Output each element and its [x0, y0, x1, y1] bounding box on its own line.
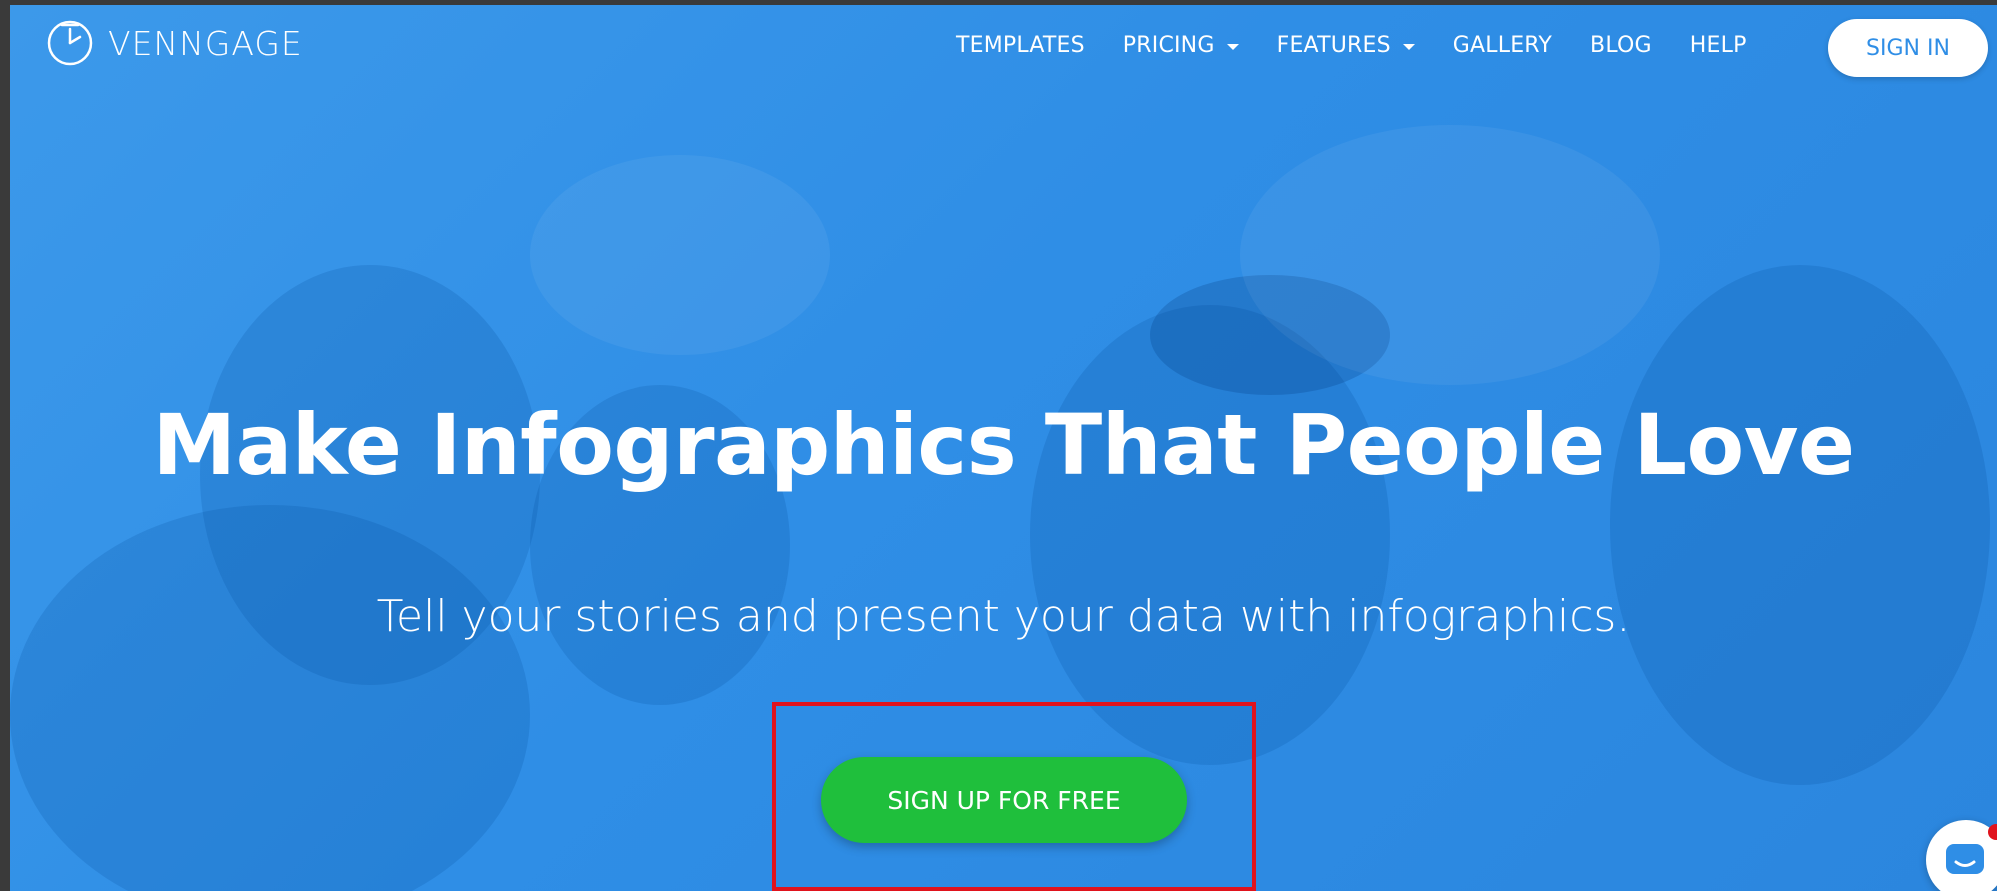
hero-section: VENNGAGE TEMPLATES PRICING FEATURES GALL…	[10, 5, 1997, 891]
main-nav: TEMPLATES PRICING FEATURES GALLERY BLOG …	[956, 33, 1785, 58]
sign-in-button[interactable]: SIGN IN	[1828, 19, 1988, 77]
chat-widget-button[interactable]	[1926, 820, 1997, 891]
brand-name: VENNGAGE	[108, 23, 303, 63]
nav-item-label: GALLERY	[1452, 33, 1553, 58]
hero-headline: Make Infographics That People Love	[152, 396, 1855, 494]
nav-item-pricing[interactable]: PRICING	[1123, 33, 1239, 58]
nav-item-label: FEATURES	[1276, 33, 1391, 58]
caret-down-icon	[1402, 43, 1415, 50]
nav-item-help[interactable]: HELP	[1690, 33, 1747, 58]
background-photo-shape	[1240, 125, 1660, 385]
hero-subheadline: Tell your stories and present your data …	[376, 591, 1631, 642]
background-photo-shape	[530, 155, 830, 355]
chat-bubble-icon	[1946, 844, 1984, 874]
nav-item-label: BLOG	[1590, 33, 1652, 58]
notification-dot	[1988, 824, 1997, 840]
brand-logo-link[interactable]: VENNGAGE	[46, 19, 303, 67]
caret-down-icon	[1226, 43, 1239, 50]
nav-item-features[interactable]: FEATURES	[1277, 33, 1415, 58]
nav-item-gallery[interactable]: GALLERY	[1453, 33, 1552, 58]
sign-up-for-free-button[interactable]: SIGN UP FOR FREE	[821, 757, 1187, 843]
nav-item-label: PRICING	[1122, 33, 1215, 58]
top-navigation-bar: VENNGAGE TEMPLATES PRICING FEATURES GALL…	[10, 5, 1997, 85]
nav-item-blog[interactable]: BLOG	[1590, 33, 1652, 58]
nav-item-templates[interactable]: TEMPLATES	[956, 33, 1085, 58]
nav-item-label: HELP	[1689, 33, 1747, 58]
nav-item-label: TEMPLATES	[956, 33, 1085, 58]
background-photo-shape	[1610, 265, 1990, 785]
clock-pie-logo-icon	[47, 20, 93, 66]
